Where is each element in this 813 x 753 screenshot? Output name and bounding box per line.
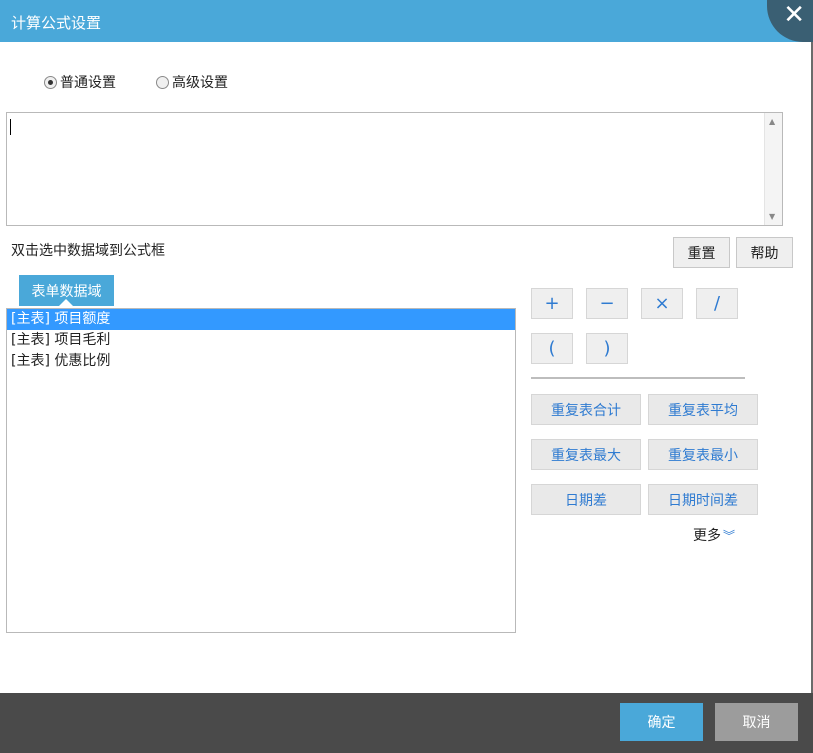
radio-normal-label: 普通设置: [60, 75, 116, 91]
divider: [531, 377, 745, 379]
dialog-title: 计算公式设置: [11, 14, 102, 32]
close-paren-button[interactable]: ): [586, 333, 628, 364]
text-caret: [10, 119, 11, 135]
more-label: 更多: [693, 528, 721, 544]
chevron-double-down-icon: ︾: [723, 528, 736, 543]
fn-datetime-diff-button[interactable]: 日期时间差: [648, 484, 758, 515]
list-item[interactable]: [主表] 项目额度: [7, 309, 515, 330]
fn-date-diff-button[interactable]: 日期差: [531, 484, 641, 515]
dialog-titlebar: 计算公式设置 ✕: [0, 0, 813, 42]
radio-unselected-icon[interactable]: [156, 75, 169, 89]
scroll-up-icon[interactable]: ▲: [769, 117, 775, 126]
more-link[interactable]: 更多 ︾: [693, 525, 735, 545]
hint-text: 双击选中数据域到公式框: [11, 243, 165, 259]
fn-repeat-max-button[interactable]: 重复表最大: [531, 439, 641, 470]
fn-repeat-min-button[interactable]: 重复表最小: [648, 439, 758, 470]
radio-advanced-settings[interactable]: 高级设置: [156, 72, 228, 92]
help-button[interactable]: 帮助: [736, 237, 793, 268]
fn-repeat-avg-button[interactable]: 重复表平均: [648, 394, 758, 425]
reset-button[interactable]: 重置: [673, 237, 730, 268]
radio-advanced-label: 高级设置: [172, 75, 228, 91]
scroll-down-icon[interactable]: ▼: [769, 212, 775, 221]
formula-textarea[interactable]: ▲ ▼: [6, 112, 783, 226]
fn-repeat-sum-button[interactable]: 重复表合计: [531, 394, 641, 425]
list-item[interactable]: [主表] 优惠比例: [7, 351, 515, 372]
formula-scrollbar[interactable]: ▲ ▼: [764, 113, 782, 225]
formula-settings-dialog: 计算公式设置 ✕ 普通设置 高级设置 ▲ ▼ 双击选中数据域到公式框 重置 帮助…: [0, 0, 813, 753]
plus-button[interactable]: +: [531, 288, 573, 319]
divide-button[interactable]: /: [696, 288, 738, 319]
radio-normal-settings[interactable]: 普通设置: [44, 72, 116, 92]
tab-form-fields[interactable]: 表单数据域: [19, 275, 114, 306]
radio-selected-icon[interactable]: [44, 75, 57, 89]
mode-radio-group: 普通设置 高级设置: [44, 72, 228, 92]
minus-button[interactable]: −: [586, 288, 628, 319]
close-icon[interactable]: ✕: [783, 2, 805, 28]
list-item[interactable]: [主表] 项目毛利: [7, 330, 515, 351]
field-list: [主表] 项目额度 [主表] 项目毛利 [主表] 优惠比例: [6, 308, 516, 633]
cancel-button[interactable]: 取消: [715, 703, 798, 741]
open-paren-button[interactable]: (: [531, 333, 573, 364]
multiply-button[interactable]: ×: [641, 288, 683, 319]
confirm-button[interactable]: 确定: [620, 703, 703, 741]
